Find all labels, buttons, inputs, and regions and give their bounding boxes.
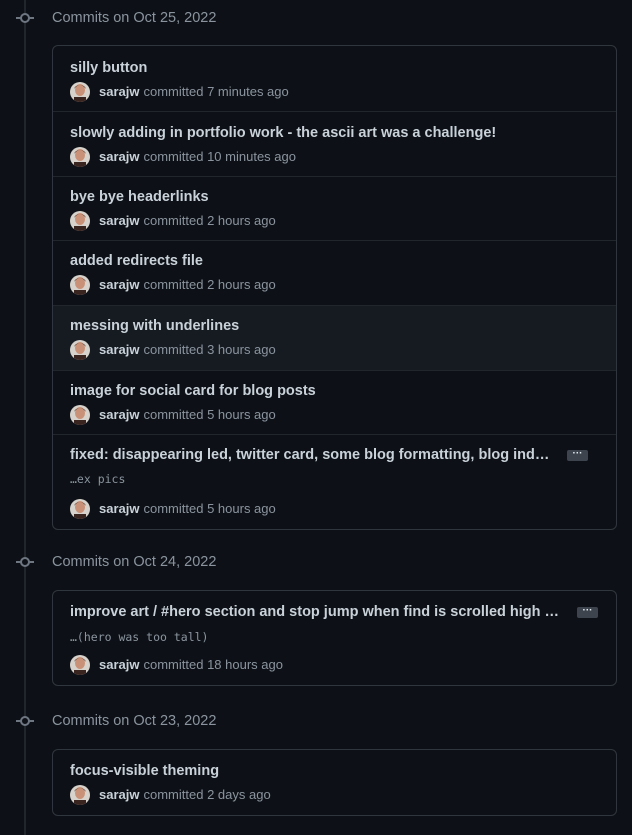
commit-action: committed [143,277,204,292]
commit-action: committed [143,149,204,164]
commit-group-header: Commits on Oct 25, 2022 [0,7,632,29]
commit-time: 2 hours ago [207,213,276,228]
commit-action: committed [143,407,204,422]
commit-meta: sarajw committed 2 days ago [70,785,271,805]
commit-item: fixed: disappearing led, twitter card, s… [53,434,616,529]
author-link[interactable]: sarajw [99,787,139,802]
commit-meta: sarajw committed 18 hours ago [70,655,283,675]
user-avatar[interactable] [70,147,90,167]
commit-meta: sarajw committed 2 hours ago [70,275,276,295]
commit-item: image for social card for blog posts sar… [53,370,616,434]
commit-message-link[interactable]: fixed: disappearing led, twitter card, s… [70,447,549,463]
user-avatar[interactable] [70,275,90,295]
author-link[interactable]: sarajw [99,342,139,357]
commit-message-link[interactable]: added redirects file [70,253,203,269]
commit-group-title: Commits on Oct 25, 2022 [52,10,217,26]
commit-time: 3 hours ago [207,342,276,357]
ellipsis-icon[interactable]: ··· [577,606,598,618]
user-avatar[interactable] [70,82,90,102]
ellipsis-icon[interactable]: ··· [567,449,588,461]
user-avatar[interactable] [70,785,90,805]
author-link[interactable]: sarajw [99,213,139,228]
commit-group-header: Commits on Oct 23, 2022 [0,710,632,732]
commit-extended-message: …(hero was too tall) [70,630,209,644]
user-avatar[interactable] [70,340,90,360]
commit-time: 18 hours ago [207,657,283,672]
commit-meta: sarajw committed 7 minutes ago [70,82,289,102]
commit-message-link[interactable]: focus-visible theming [70,763,219,779]
commit-meta: sarajw committed 2 hours ago [70,211,276,231]
commit-action: committed [143,787,204,802]
author-link[interactable]: sarajw [99,84,139,99]
commit-message-link[interactable]: silly button [70,60,147,76]
commit-message-link[interactable]: bye bye headerlinks [70,189,209,205]
git-commit-icon [16,554,34,570]
commit-item: focus-visible theming sarajw committed 2 … [53,750,616,815]
commit-group-title: Commits on Oct 23, 2022 [52,713,217,729]
commit-extended-message: …ex pics [70,472,126,486]
commit-item: messing with underlines sarajw committed … [53,305,616,370]
commit-group-title: Commits on Oct 24, 2022 [52,554,217,570]
commit-message-link[interactable]: messing with underlines [70,318,239,334]
user-avatar[interactable] [70,405,90,425]
commit-message-link[interactable]: slowly adding in portfolio work - the as… [70,125,496,141]
commit-time: 7 minutes ago [207,84,289,99]
commit-message-link[interactable]: improve art / #hero section and stop jum… [70,604,559,620]
commit-item: improve art / #hero section and stop jum… [53,591,616,685]
commit-list: silly button sarajw committed 7 minutes a… [52,45,617,530]
commit-meta: sarajw committed 5 hours ago [70,499,276,519]
commit-time: 5 hours ago [207,407,276,422]
author-link[interactable]: sarajw [99,407,139,422]
author-link[interactable]: sarajw [99,277,139,292]
commit-item: silly button sarajw committed 7 minutes a… [53,46,616,111]
commit-time: 2 days ago [207,787,271,802]
commit-meta: sarajw committed 10 minutes ago [70,147,296,167]
commit-message-link[interactable]: image for social card for blog posts [70,383,316,399]
commit-time: 10 minutes ago [207,149,296,164]
commit-item: added redirects file sarajw committed 2 h… [53,240,616,305]
commit-meta: sarajw committed 5 hours ago [70,405,276,425]
commit-time: 2 hours ago [207,277,276,292]
commit-action: committed [143,501,204,516]
commit-action: committed [143,84,204,99]
commit-time: 5 hours ago [207,501,276,516]
commit-action: committed [143,213,204,228]
user-avatar[interactable] [70,499,90,519]
author-link[interactable]: sarajw [99,501,139,516]
git-commit-icon [16,10,34,26]
commit-action: committed [143,657,204,672]
commit-group-header: Commits on Oct 24, 2022 [0,551,632,573]
git-commit-icon [16,713,34,729]
user-avatar[interactable] [70,211,90,231]
commit-list: improve art / #hero section and stop jum… [52,590,617,686]
commit-list: focus-visible theming sarajw committed 2 … [52,749,617,816]
commit-action: committed [143,342,204,357]
author-link[interactable]: sarajw [99,149,139,164]
commit-item: bye bye headerlinks sarajw committed 2 ho… [53,176,616,240]
commit-meta: sarajw committed 3 hours ago [70,340,276,360]
commit-item: slowly adding in portfolio work - the as… [53,111,616,176]
author-link[interactable]: sarajw [99,657,139,672]
user-avatar[interactable] [70,655,90,675]
